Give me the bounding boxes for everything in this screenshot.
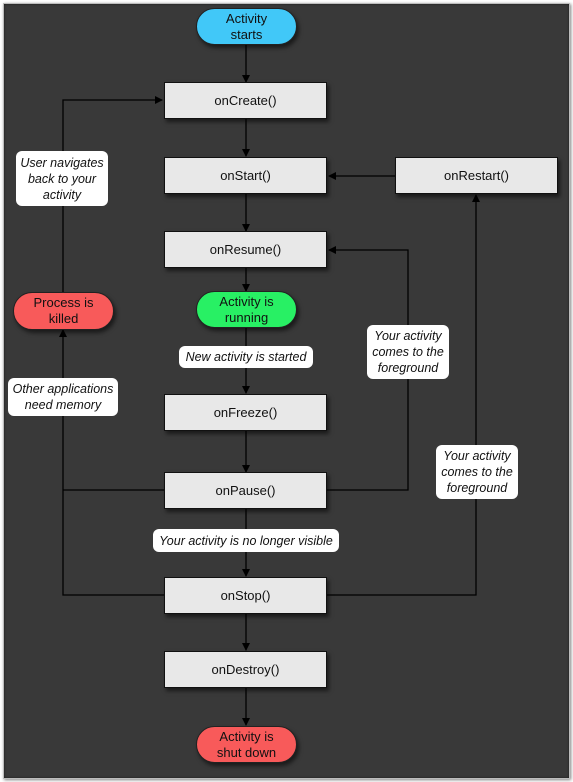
method-onrestart: onRestart() — [395, 157, 558, 194]
method-oncreate: onCreate() — [164, 82, 327, 119]
state-activity-starts-label: Activity starts — [225, 10, 268, 42]
label-user-navigates-back: User navigates back to your activity — [16, 151, 108, 206]
method-onresume-label: onResume() — [209, 241, 282, 257]
method-onresume: onResume() — [164, 231, 327, 268]
method-ondestroy: onDestroy() — [164, 651, 327, 688]
method-onfreeze-label: onFreeze() — [213, 404, 278, 420]
method-onstop: onStop() — [164, 577, 327, 614]
state-process-killed-label: Process is killed — [33, 295, 94, 326]
method-onrestart-label: onRestart() — [443, 167, 510, 183]
label-foreground-restart: Your activity comes to the foreground — [436, 445, 518, 499]
method-onstart-label: onStart() — [220, 167, 271, 183]
state-activity-shut-down-label: Activity is shut down — [216, 728, 277, 760]
method-onpause: onPause() — [164, 472, 327, 509]
label-foreground-restart-text: Your activity comes to the foreground — [441, 449, 513, 495]
method-onstop-label: onStop() — [220, 587, 271, 603]
label-no-longer-visible-text: Your activity is no longer visible — [159, 533, 333, 548]
label-new-activity-started-text: New activity is started — [185, 350, 307, 364]
method-ondestroy-label: onDestroy() — [211, 661, 280, 677]
method-oncreate-label: onCreate() — [214, 92, 277, 108]
label-other-apps-need-memory-text: Other applications need memory — [12, 382, 114, 412]
state-activity-shut-down: Activity is shut down — [196, 726, 297, 763]
label-new-activity-started: New activity is started — [179, 346, 313, 368]
edge-onstop-to-onrestart — [327, 194, 480, 596]
method-onpause-label: onPause() — [215, 482, 276, 498]
method-onfreeze: onFreeze() — [164, 394, 327, 431]
label-other-apps-need-memory: Other applications need memory — [8, 378, 118, 416]
state-activity-running-label: Activity is running — [219, 293, 274, 325]
state-process-killed: Process is killed — [13, 292, 114, 330]
label-no-longer-visible: Your activity is no longer visible — [153, 529, 339, 552]
method-onstart: onStart() — [164, 157, 327, 194]
state-activity-running: Activity is running — [196, 291, 297, 328]
label-foreground-resume: Your activity comes to the foreground — [367, 325, 449, 379]
label-foreground-resume-text: Your activity comes to the foreground — [372, 329, 444, 375]
label-user-navigates-back-text: User navigates back to your activity — [20, 155, 104, 202]
state-activity-starts: Activity starts — [196, 8, 297, 45]
edge-onstop-to-killed — [59, 329, 164, 596]
